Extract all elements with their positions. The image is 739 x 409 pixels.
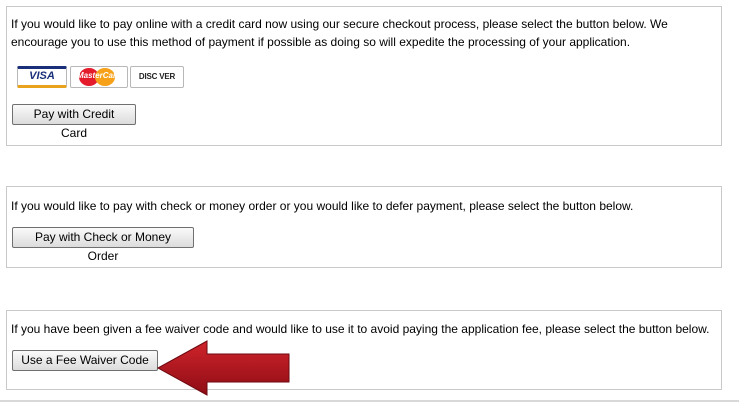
discover-logo-icon: DISC VER: [130, 66, 184, 88]
fee-waiver-instructions: If you have been given a fee waiver code…: [11, 322, 710, 336]
check-panel: If you would like to pay with check or m…: [6, 186, 722, 268]
pay-with-check-button[interactable]: Pay with Check or Money Order: [12, 227, 194, 263]
use-fee-waiver-code-button[interactable]: Use a Fee Waiver Code: [12, 350, 158, 371]
discover-logo-text: DISC VER: [138, 72, 176, 81]
credit-card-panel: If you would like to pay online with a c…: [6, 6, 722, 146]
visa-logo-icon: VISA: [17, 66, 67, 88]
mastercard-logo-icon: MasterCard: [70, 66, 128, 88]
bottom-divider: [0, 400, 739, 402]
visa-logo-text: VISA: [29, 70, 55, 82]
pay-with-credit-card-button[interactable]: Pay with Credit Card: [12, 104, 136, 140]
credit-card-instructions: If you would like to pay online with a c…: [11, 17, 668, 49]
fee-waiver-panel: If you have been given a fee waiver code…: [6, 310, 722, 390]
red-arrow-icon: [156, 340, 290, 396]
check-instructions: If you would like to pay with check or m…: [11, 199, 634, 213]
mastercard-logo-text: MasterCard: [76, 71, 121, 80]
